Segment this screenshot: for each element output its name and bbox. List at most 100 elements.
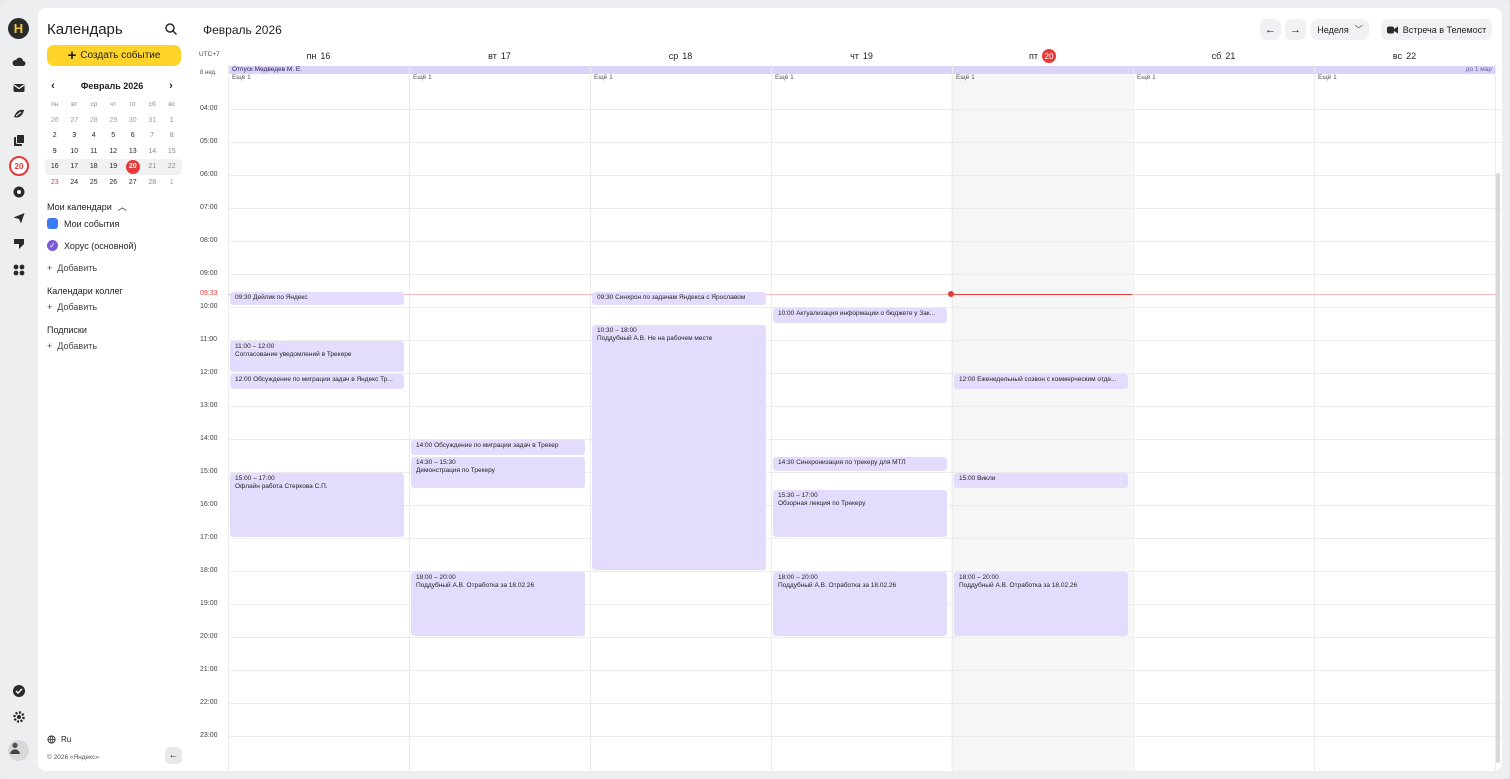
more-events-link[interactable]: Ещё 1 <box>1318 74 1337 81</box>
calendar-event[interactable]: 18:00 – 20:00 Поддубный А.В. Отработка за… <box>773 572 947 636</box>
more-events-link[interactable]: Ещё 1 <box>1137 74 1156 81</box>
mini-day[interactable]: 5 <box>104 132 124 139</box>
mini-day[interactable]: 7 <box>143 132 163 139</box>
user-avatar[interactable] <box>8 740 29 761</box>
messenger-icon[interactable] <box>9 182 29 202</box>
day-header-thu[interactable]: чт 19 <box>771 49 952 63</box>
yandex-logo[interactable]: H <box>8 18 29 39</box>
mini-day[interactable]: 30 <box>123 117 143 124</box>
calendar-event[interactable]: 14:30 – 15:30 Демонстрация по Трекеру <box>411 456 585 488</box>
add-calendar-button[interactable]: + Добавить <box>47 263 97 273</box>
view-select[interactable]: Неделя ﹀ <box>1311 19 1369 40</box>
calendar-item-my-events[interactable]: Мои события <box>47 218 119 229</box>
mini-day[interactable]: 17 <box>65 163 85 170</box>
current-month-title: Февраль 2026 <box>203 23 282 37</box>
grid-scrollbar[interactable] <box>1496 173 1500 763</box>
collapse-sidebar-button[interactable]: ← <box>165 747 182 764</box>
calendar-event[interactable]: 11:00 – 12:00 Согласование уведомлений в … <box>230 341 404 372</box>
calendar-event[interactable]: 15:00 Викли <box>954 473 1128 488</box>
mini-day[interactable]: 14 <box>143 148 163 155</box>
calendar-color-swatch[interactable] <box>47 218 58 229</box>
mini-day[interactable]: 9 <box>45 148 65 155</box>
day-header-wed[interactable]: ср 18 <box>590 49 771 63</box>
calendar-app-icon[interactable]: 20 <box>9 156 29 176</box>
mini-day[interactable]: 28 <box>84 117 104 124</box>
mini-day[interactable]: 21 <box>143 163 163 170</box>
mini-day[interactable]: 27 <box>65 117 85 124</box>
mini-prev-month-icon[interactable]: ‹ <box>47 80 59 92</box>
more-events-link[interactable]: Ещё 1 <box>232 74 251 81</box>
mini-day[interactable]: 1 <box>162 179 182 186</box>
mail-icon[interactable] <box>9 78 29 98</box>
mini-day[interactable]: 29 <box>104 117 124 124</box>
cloud-icon[interactable] <box>9 52 29 72</box>
mini-day[interactable]: 16 <box>45 163 65 170</box>
mini-day[interactable]: 19 <box>104 163 124 170</box>
documents-icon[interactable] <box>9 130 29 150</box>
mini-day[interactable]: 2 <box>45 132 65 139</box>
mini-day[interactable]: 24 <box>65 179 85 186</box>
add-colleague-calendar-button[interactable]: + Добавить <box>47 302 97 312</box>
mini-day[interactable]: 3 <box>65 132 85 139</box>
mini-next-month-icon[interactable]: › <box>165 80 177 92</box>
disk-icon[interactable] <box>9 104 29 124</box>
mini-day[interactable]: 15 <box>162 148 182 155</box>
mini-day[interactable]: 4 <box>84 132 104 139</box>
calendar-event[interactable]: 12:00 Обсуждение по миграции задач в Янд… <box>230 374 404 389</box>
calendar-event[interactable]: 14:30 Синхронизация по трекеру для МТЛ <box>773 456 947 471</box>
calendar-event[interactable]: 09:30 Дейлик по Яндекс <box>230 291 404 305</box>
mini-day[interactable]: 12 <box>104 148 124 155</box>
tasks-check-icon[interactable] <box>9 681 29 701</box>
calendar-event[interactable]: 15:00 – 17:00 Офлайн работа Стеркова С.П. <box>230 473 404 537</box>
checkbox-checked-icon[interactable]: ✓ <box>47 240 58 251</box>
mini-day[interactable]: 26 <box>45 117 65 124</box>
my-calendars-section[interactable]: Мои календари ︿ <box>47 200 127 213</box>
more-events-link[interactable]: Ещё 1 <box>775 74 794 81</box>
calendar-event[interactable]: 15:30 – 17:00 Обзорная лекция по Трекеру <box>773 489 947 537</box>
mini-day[interactable]: 27 <box>123 179 143 186</box>
more-events-link[interactable]: Ещё 1 <box>956 74 975 81</box>
prev-week-button[interactable]: ← <box>1260 19 1281 40</box>
more-events-link[interactable]: Ещё 1 <box>594 74 613 81</box>
mini-day[interactable]: 28 <box>143 179 163 186</box>
create-event-button[interactable]: + Создать событие <box>47 45 181 66</box>
more-events-link[interactable]: Ещё 1 <box>413 74 432 81</box>
mini-day-today[interactable]: 20 <box>123 159 143 174</box>
day-header-mon[interactable]: пн 16 <box>228 49 409 63</box>
send-icon[interactable] <box>9 208 29 228</box>
mini-day-holiday[interactable]: 23 <box>45 179 65 186</box>
mini-day[interactable]: 10 <box>65 148 85 155</box>
next-week-button[interactable]: → <box>1285 19 1306 40</box>
mini-day[interactable]: 22 <box>162 163 182 170</box>
mini-day[interactable]: 11 <box>84 148 104 155</box>
mini-day[interactable]: 25 <box>84 179 104 186</box>
calendar-event[interactable]: 18:00 – 20:00 Поддубный А.В. Отработка за… <box>954 572 1128 636</box>
calendar-event[interactable]: 14:00 Обсуждение по миграции задач в Тре… <box>411 440 585 455</box>
hour-label: 10:00 <box>200 303 218 310</box>
day-header-tue[interactable]: вт 17 <box>409 49 590 63</box>
search-icon[interactable] <box>164 22 178 36</box>
calendar-event[interactable]: 09:30 Синхрон по задачам Яндекса с Яросл… <box>592 291 766 305</box>
mini-day[interactable]: 6 <box>123 132 143 139</box>
allday-event[interactable]: Отпуск Медведев М. Е. до 1 мар <box>228 66 1496 74</box>
add-subscription-button[interactable]: + Добавить <box>47 341 97 351</box>
mini-day[interactable]: 31 <box>143 117 163 124</box>
telemost-meeting-button[interactable]: Встреча в Телемост <box>1381 19 1492 40</box>
calendar-event[interactable]: 18:00 – 20:00 Поддубный А.В. Отработка за… <box>411 572 585 636</box>
settings-gear-icon[interactable] <box>9 707 29 727</box>
calendar-item-horus[interactable]: ✓ Хорус (основной) <box>47 240 136 251</box>
calendar-event[interactable]: 10:00 Актуализация информации о бюджете … <box>773 308 947 323</box>
mini-day[interactable]: 26 <box>104 179 124 186</box>
mini-day[interactable]: 1 <box>162 117 182 124</box>
tracker-icon[interactable] <box>9 234 29 254</box>
day-header-sat[interactable]: сб 21 <box>1133 49 1314 63</box>
day-header-sun[interactable]: вс 22 <box>1314 49 1495 63</box>
apps-grid-icon[interactable] <box>9 260 29 280</box>
mini-day[interactable]: 13 <box>123 148 143 155</box>
mini-day[interactable]: 8 <box>162 132 182 139</box>
mini-day[interactable]: 18 <box>84 163 104 170</box>
calendar-event[interactable]: 12:00 Еженедельный созвон с коммерческим… <box>954 374 1128 389</box>
calendar-event[interactable]: 10:30 – 18:00 Поддубный А.В. Не на рабоче… <box>592 324 766 570</box>
day-header-fri-today[interactable]: пт 20 <box>952 49 1133 63</box>
language-switch[interactable]: Ru <box>47 735 71 744</box>
